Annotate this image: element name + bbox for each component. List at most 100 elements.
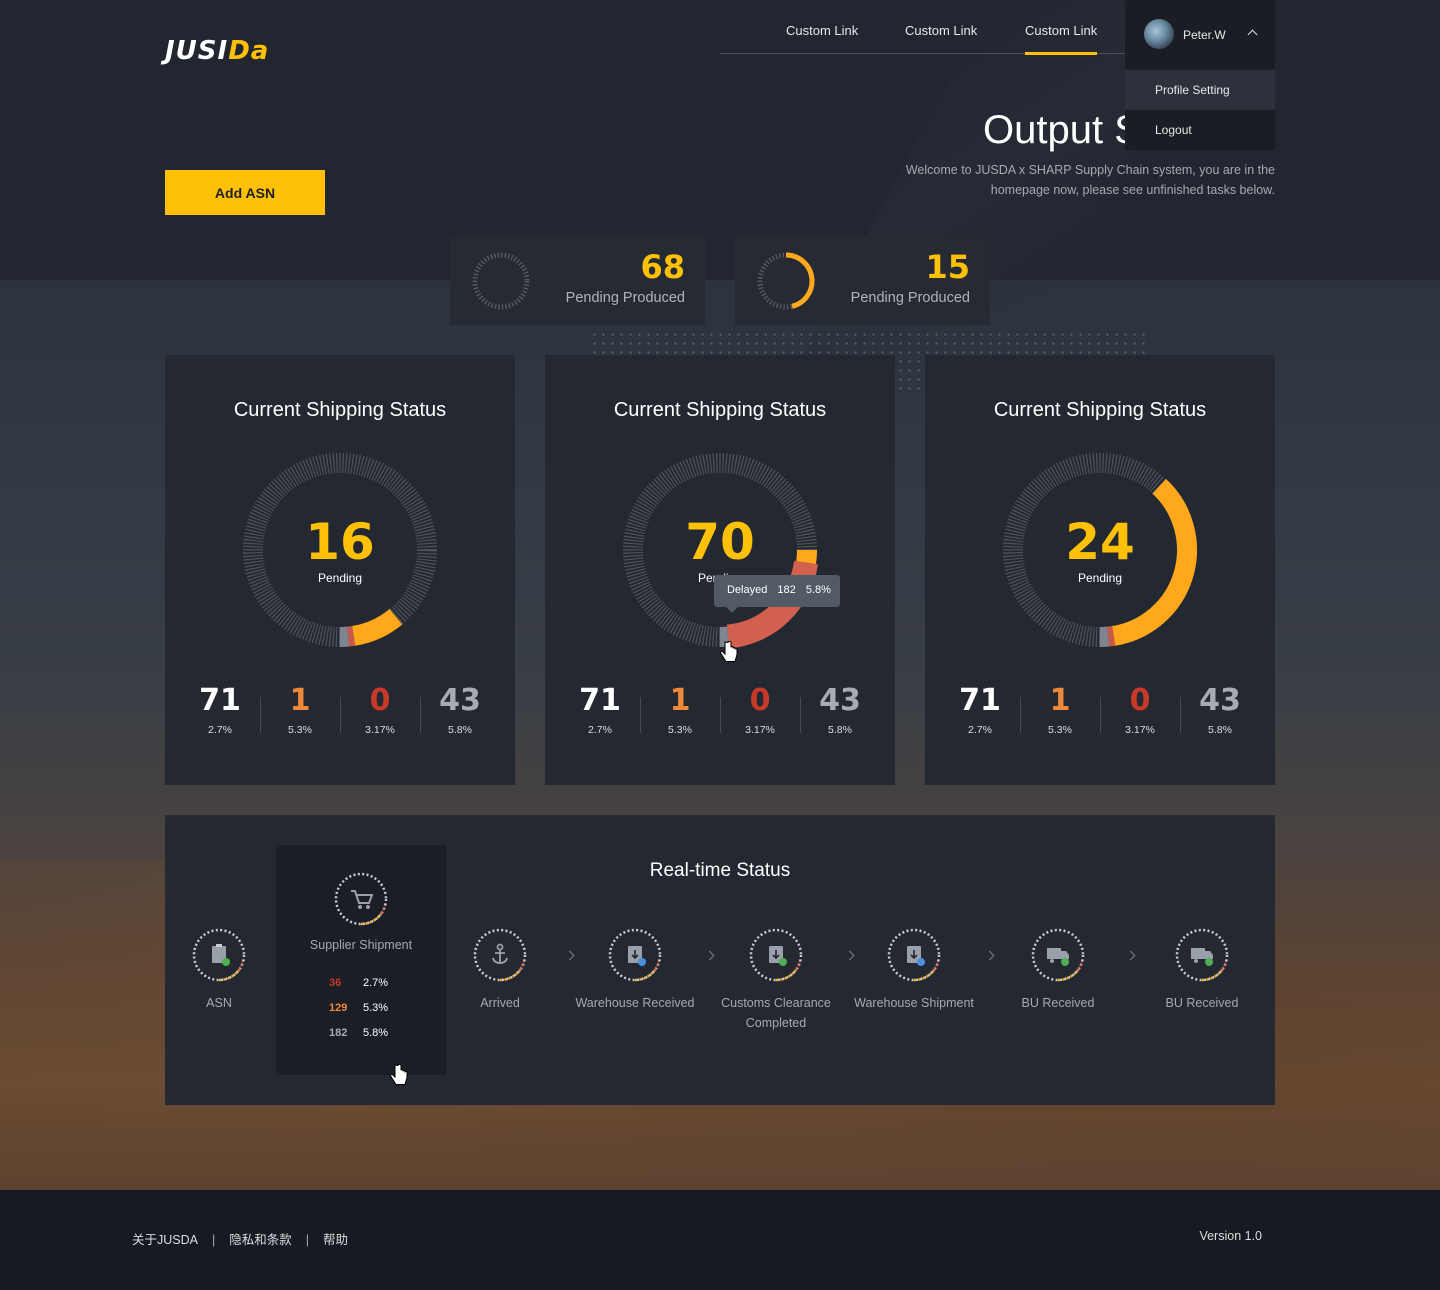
stat-percent: 5.8% [828, 724, 852, 736]
chevron-right-icon [1125, 950, 1136, 961]
tooltip-value: 182 [777, 584, 796, 596]
add-asn-button[interactable]: Add ASN [165, 170, 325, 215]
pending-count: 70 [685, 513, 755, 571]
profile-setting-item[interactable]: Profile Setting [1125, 70, 1275, 110]
hand-cursor-icon [720, 640, 738, 662]
logout-item[interactable]: Logout [1125, 110, 1275, 150]
pending-count: 68 [640, 248, 685, 286]
stat-percent: 2.7% [588, 724, 612, 736]
stat-value: 1 [1049, 683, 1071, 718]
step-label: Arrived [480, 996, 520, 1010]
step-warehouse-shipment[interactable]: Warehouse Shipment [849, 927, 979, 1013]
top-nav: Custom Link Custom Link Custom Link [720, 0, 1125, 55]
customs-check-icon [749, 928, 803, 982]
stat-value: 0 [749, 683, 771, 718]
supplier-percent: 2.7% [363, 977, 389, 989]
card-title: Current Shipping Status [233, 399, 447, 421]
card-title: Current Shipping Status [993, 399, 1207, 421]
pending-progress-ring [472, 252, 530, 310]
stat-percent: 3.17% [745, 724, 775, 736]
page-title: Output Status [983, 108, 1125, 152]
supplier-percent: 5.8% [363, 1027, 389, 1039]
nav-link-3[interactable]: Custom Link [1025, 23, 1098, 55]
status-stats: 71 2.7% 1 5.3% 0 3.17% 43 5.8% [940, 683, 1260, 743]
warehouse-download-icon [608, 928, 662, 982]
supplier-percent: 5.3% [363, 1002, 389, 1014]
pending-progress-arc [785, 252, 815, 309]
step-warehouse-received[interactable]: Warehouse Received [570, 927, 700, 1013]
status-stats: 71 2.7% 1 5.3% 0 3.17% 43 5.8% [180, 683, 500, 743]
supplier-value: 129 [329, 1002, 348, 1014]
step-bu-received[interactable]: BU Received [1008, 927, 1108, 1013]
shipping-status-card: Current Shipping Status 24 Pending 71 2.7… [925, 355, 1275, 785]
stat-value: 71 [579, 683, 621, 718]
stat-percent: 5.8% [448, 724, 472, 736]
delayed-segment[interactable] [347, 626, 356, 647]
footer-link-help[interactable]: 帮助 [323, 1233, 348, 1247]
anchor-icon [473, 928, 527, 982]
chevron-right-icon [704, 950, 715, 961]
stat-value: 71 [199, 683, 241, 718]
pending-segment[interactable] [351, 608, 403, 646]
stat-value: 1 [669, 683, 691, 718]
stat-value: 43 [819, 683, 861, 718]
stat-percent: 5.3% [1048, 724, 1072, 736]
footer-separator: | [305, 1233, 309, 1247]
step-bu-received-2[interactable]: BU Received [1152, 927, 1252, 1013]
pending-count: 24 [1065, 513, 1135, 571]
logo-text: JUSI [165, 36, 229, 66]
stat-value: 0 [369, 683, 391, 718]
step-supplier-shipment[interactable]: Supplier Shipment 36 2.7% 129 5.3% 182 5.8% [276, 845, 446, 1075]
step-label: Customs Clearance Completed [721, 996, 831, 1030]
stat-value: 43 [439, 683, 481, 718]
truck-icon [1175, 928, 1229, 982]
warehouse-upload-icon [887, 928, 941, 982]
logo-accent: Da [228, 36, 270, 66]
pending-label: Pending [1077, 571, 1123, 585]
stat-value: 1 [289, 683, 311, 718]
stat-percent: 5.8% [1208, 724, 1232, 736]
supplier-value: 36 [329, 977, 342, 989]
step-arrived[interactable]: Arrived [460, 927, 540, 1013]
step-label: BU Received [1165, 996, 1239, 1010]
avatar [1144, 19, 1174, 49]
user-dropdown: Profile Setting Logout [1125, 70, 1275, 150]
step-label: Warehouse Received [575, 996, 695, 1010]
footer-link-privacy[interactable]: 隐私和条款 [229, 1233, 292, 1247]
shipping-status-card: Current Shipping Status 16 Pending 71 2.7… [165, 355, 515, 785]
pending-label: Pending Produced [850, 290, 970, 306]
stat-percent: 3.17% [365, 724, 395, 736]
step-asn[interactable]: ASN [189, 927, 249, 1013]
hand-cursor-icon [390, 1063, 408, 1085]
footer: 关于JUSDA | 隐私和条款 | 帮助 Version 1.0 [0, 1190, 1440, 1290]
stat-percent: 2.7% [968, 724, 992, 736]
pending-card: 15 Pending Produced [735, 236, 990, 325]
stat-percent: 3.17% [1125, 724, 1155, 736]
stat-percent: 5.3% [668, 724, 692, 736]
clipboard-icon [192, 928, 246, 982]
stat-percent: 5.3% [288, 724, 312, 736]
stat-value: 0 [1129, 683, 1151, 718]
tooltip-label: Delayed [727, 584, 768, 596]
delayed-tooltip: Delayed 182 5.8% [714, 575, 840, 613]
nav-link-2[interactable]: Custom Link [905, 23, 977, 54]
cart-icon [334, 872, 388, 926]
stat-percent: 2.7% [208, 724, 232, 736]
realtime-status-panel: Real-time Status ASN Supplier Shipment 3… [165, 815, 1275, 1105]
step-customs-clearance[interactable]: Customs Clearance Completed [717, 927, 835, 1033]
jusda-logo[interactable]: JUSIDa [165, 36, 269, 66]
stat-value: 43 [1199, 683, 1241, 718]
card-title: Current Shipping Status [613, 399, 827, 421]
pending-progress-ring [757, 252, 815, 310]
footer-links: 关于JUSDA | 隐私和条款 | 帮助 [132, 1229, 348, 1248]
footer-separator: | [211, 1233, 216, 1247]
footer-link-about[interactable]: 关于JUSDA [132, 1233, 198, 1247]
user-menu-toggle[interactable]: Peter.W [1125, 0, 1275, 70]
pending-count: 15 [925, 248, 970, 286]
pending-label: Pending Produced [565, 290, 685, 306]
truck-icon [1031, 928, 1085, 982]
shipping-status-card: Current Shipping Status 70 Pending 712.7… [545, 355, 895, 785]
step-label: Supplier Shipment [309, 938, 413, 952]
nav-link-1[interactable]: Custom Link [786, 23, 858, 54]
delayed-segment[interactable] [1107, 626, 1116, 647]
